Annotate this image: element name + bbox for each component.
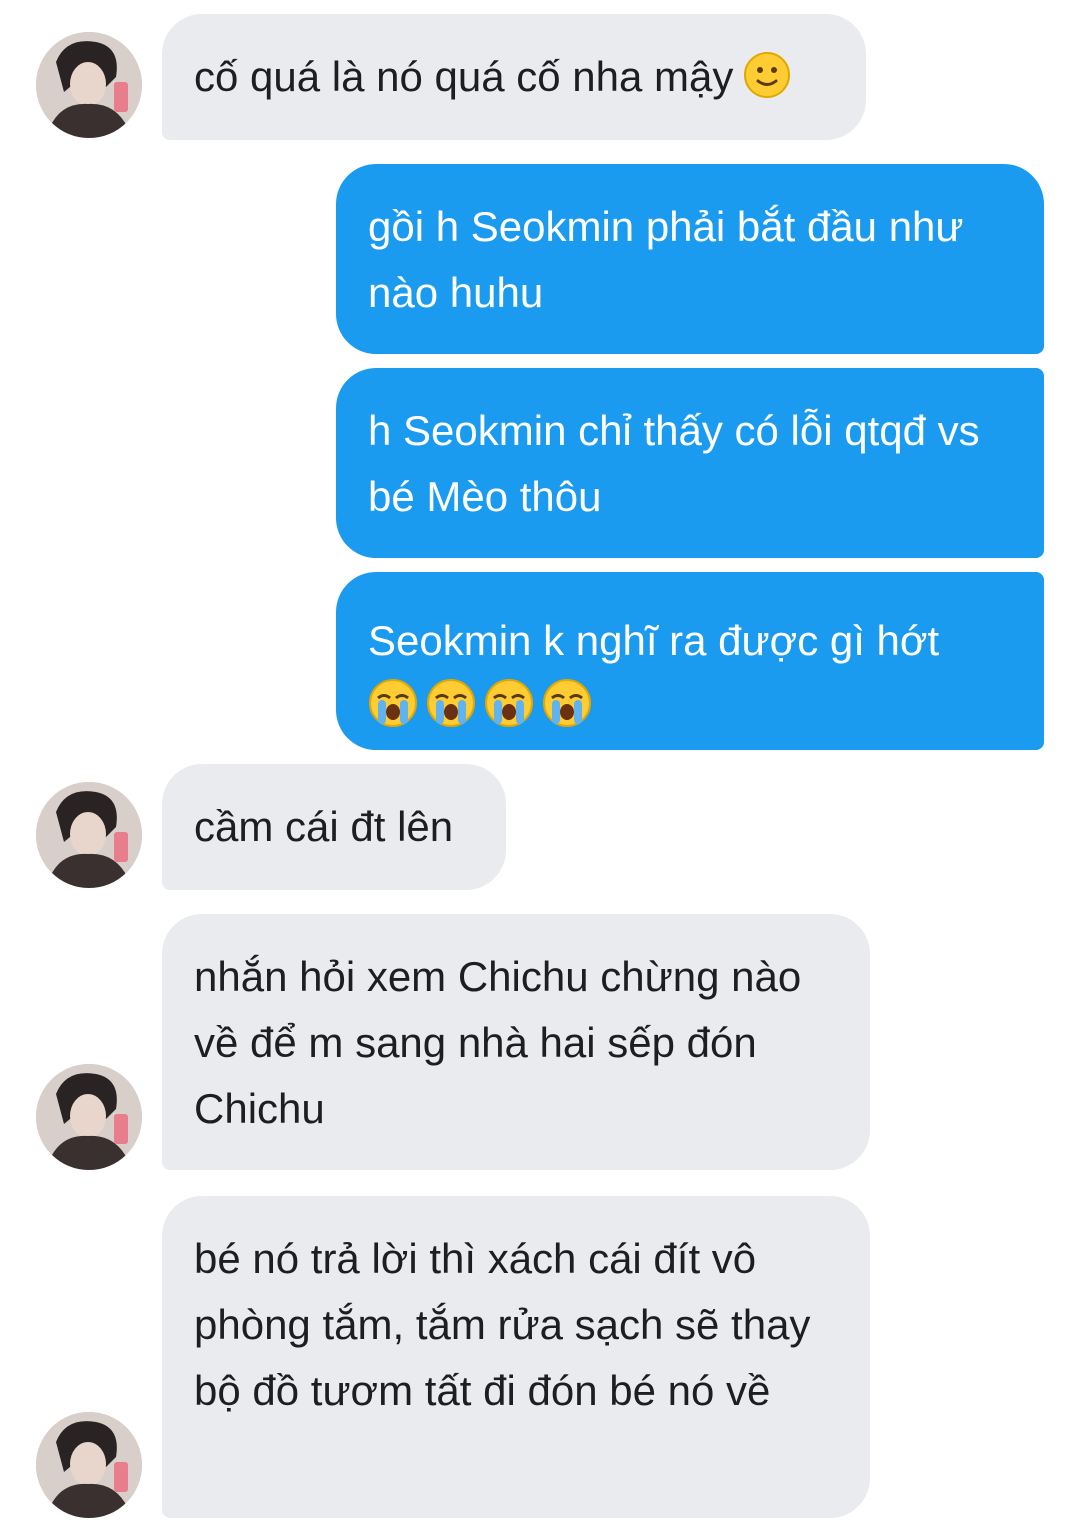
slightly-smiling-face-icon bbox=[744, 52, 791, 98]
message-text: gồi h Seokmin phải bắt đầu như nào huhu bbox=[368, 203, 964, 316]
loudly-crying-face-icon bbox=[485, 679, 533, 727]
message-bubble-incoming[interactable]: bé nó trả lời thì xách cái đít vô phòng … bbox=[162, 1196, 870, 1518]
message-text: Seokmin k nghĩ ra được gì hớt bbox=[368, 617, 940, 664]
contact-avatar[interactable] bbox=[36, 782, 142, 888]
contact-avatar[interactable] bbox=[36, 32, 142, 138]
message-bubble-incoming[interactable]: cầm cái đt lên bbox=[162, 764, 506, 890]
message-bubble-incoming[interactable]: cố quá là nó quá cố nha mậy bbox=[162, 14, 866, 140]
contact-avatar[interactable] bbox=[36, 1064, 142, 1170]
loudly-crying-face-icon bbox=[543, 679, 591, 727]
message-bubble-outgoing[interactable]: h Seokmin chỉ thấy có lỗi qtqđ vs bé Mèo… bbox=[336, 368, 1044, 558]
message-text: cầm cái đt lên bbox=[194, 803, 454, 850]
chat-thread: cố quá là nó quá cố nha mậy gồi h Seokmi… bbox=[0, 0, 1080, 1530]
message-bubble-incoming[interactable]: nhắn hỏi xem Chichu chừng nào về để m sa… bbox=[162, 914, 870, 1170]
message-text: bé nó trả lời thì xách cái đít vô phòng … bbox=[194, 1235, 811, 1414]
emoji-row bbox=[368, 678, 1012, 728]
message-text: cố quá là nó quá cố nha mậy bbox=[194, 53, 734, 100]
message-text: h Seokmin chỉ thấy có lỗi qtqđ vs bé Mèo… bbox=[368, 407, 980, 520]
loudly-crying-face-icon bbox=[427, 679, 475, 727]
message-bubble-outgoing[interactable]: Seokmin k nghĩ ra được gì hớt bbox=[336, 572, 1044, 750]
message-bubble-outgoing[interactable]: gồi h Seokmin phải bắt đầu như nào huhu bbox=[336, 164, 1044, 354]
message-text: nhắn hỏi xem Chichu chừng nào về để m sa… bbox=[194, 953, 802, 1132]
loudly-crying-face-icon bbox=[369, 679, 417, 727]
contact-avatar[interactable] bbox=[36, 1412, 142, 1518]
